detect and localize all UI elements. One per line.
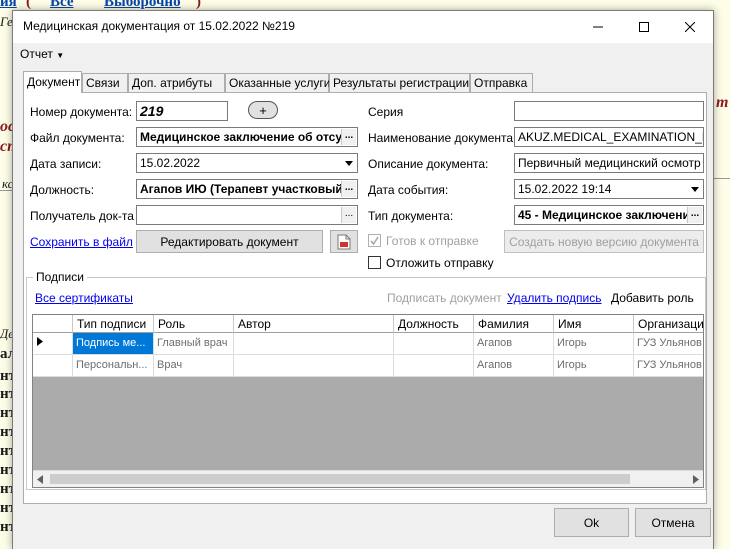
menu-report[interactable]: Отчет ▼ bbox=[20, 47, 64, 61]
tab-links[interactable]: Связи bbox=[82, 73, 128, 92]
horizontal-scrollbar[interactable] bbox=[33, 470, 703, 487]
description-label: Описание документа: bbox=[368, 157, 489, 171]
ok-button[interactable]: Ok bbox=[554, 508, 629, 537]
delete-signature-link[interactable]: Удалить подпись bbox=[507, 291, 602, 305]
column-header[interactable]: Роль bbox=[154, 315, 234, 333]
chevron-down-icon bbox=[691, 186, 699, 192]
doctype-browse-button[interactable]: ... bbox=[687, 207, 702, 223]
table-cell[interactable]: Игорь bbox=[554, 355, 634, 377]
table-cell[interactable]: Персональн... bbox=[73, 355, 154, 377]
table-cell[interactable] bbox=[394, 355, 474, 377]
number-field[interactable]: 219 bbox=[136, 101, 228, 121]
tab-services[interactable]: Оказанные услуги bbox=[225, 73, 330, 92]
signatures-table: Тип подписи Роль Автор Должность Фамилия… bbox=[32, 314, 704, 488]
postpone-sending-label: Отложить отправку bbox=[386, 256, 494, 270]
table-cell[interactable]: ГУЗ Ульянов bbox=[634, 333, 703, 355]
column-header[interactable]: Организаци bbox=[634, 315, 703, 333]
tab-registration-results[interactable]: Результаты регистрации bbox=[329, 73, 470, 92]
title-bar: Медицинская документация от 15.02.2022 №… bbox=[13, 11, 713, 43]
table-cell[interactable]: Агапов bbox=[474, 355, 554, 377]
close-button[interactable] bbox=[667, 11, 713, 43]
cancel-button[interactable]: Отмена bbox=[635, 508, 711, 537]
row-selector[interactable] bbox=[33, 355, 73, 377]
scroll-right-icon[interactable] bbox=[693, 475, 699, 484]
tab-sending[interactable]: Отправка bbox=[470, 73, 533, 92]
minimize-icon bbox=[593, 26, 603, 28]
ready-to-send-label: Готов к отправке bbox=[386, 234, 479, 248]
event-date-dropdown-button[interactable] bbox=[688, 181, 702, 197]
column-header[interactable]: Должность bbox=[394, 315, 474, 333]
column-header[interactable]: Автор bbox=[234, 315, 394, 333]
maximize-icon bbox=[639, 22, 649, 32]
tab-document[interactable]: Документ bbox=[23, 71, 82, 93]
tab-strip: Документ Связи Доп. атрибуты Оказанные у… bbox=[23, 71, 713, 93]
table-cell[interactable]: Подпись ме... bbox=[73, 333, 154, 355]
file-browse-button[interactable]: ... bbox=[341, 129, 356, 145]
tab-extra-attributes[interactable]: Доп. атрибуты bbox=[128, 73, 225, 92]
event-date-label: Дата события: bbox=[368, 183, 449, 197]
docname-label: Наименование документа: bbox=[368, 131, 517, 145]
docname-field[interactable]: AKUZ.MEDICAL_EXAMINATION_MAI bbox=[514, 127, 704, 147]
pdf-file-icon bbox=[337, 234, 351, 249]
file-field[interactable]: Медицинское заключение об отсу ... bbox=[136, 127, 358, 147]
position-field[interactable]: Агапов ИЮ (Терапевт участковый) ... bbox=[136, 179, 358, 199]
signatures-group-label: Подписи bbox=[33, 270, 87, 284]
scroll-left-icon[interactable] bbox=[37, 475, 43, 484]
all-certificates-link[interactable]: Все сертификаты bbox=[35, 291, 133, 305]
table-cell[interactable]: Главный врач bbox=[154, 333, 234, 355]
doctype-field[interactable]: 45 - Медицинское заключени ... bbox=[514, 205, 704, 225]
position-browse-button[interactable]: ... bbox=[341, 181, 356, 197]
add-role-button[interactable]: Добавить роль bbox=[611, 291, 694, 305]
column-header[interactable]: Фамилия bbox=[474, 315, 554, 333]
table-cell[interactable] bbox=[234, 333, 394, 355]
description-field[interactable]: Первичный медицинский осмотр bbox=[514, 153, 704, 173]
date-field[interactable]: 15.02.2022 bbox=[136, 153, 358, 173]
series-label: Серия bbox=[368, 105, 404, 119]
minimize-button[interactable] bbox=[575, 11, 621, 43]
table-cell[interactable] bbox=[394, 333, 474, 355]
file-label: Файл документа: bbox=[30, 131, 125, 145]
bg-divider bbox=[0, 190, 12, 191]
checkmark-icon bbox=[370, 236, 379, 246]
pdf-button[interactable] bbox=[330, 230, 358, 253]
column-header[interactable]: Тип подписи bbox=[73, 315, 154, 333]
edit-document-button[interactable]: Редактировать документ bbox=[136, 230, 323, 253]
row-selector[interactable] bbox=[33, 333, 73, 355]
scrollbar-thumb[interactable] bbox=[50, 474, 630, 484]
create-new-version-button[interactable]: Создать новую версию документа bbox=[504, 230, 704, 253]
recipient-label: Получатель док-та bbox=[30, 209, 134, 223]
table-cell[interactable]: Врач bbox=[154, 355, 234, 377]
recipient-browse-button[interactable]: ... bbox=[341, 207, 356, 223]
plus-button[interactable]: + bbox=[248, 101, 278, 119]
series-field[interactable] bbox=[514, 101, 704, 121]
table-cell[interactable]: ГУЗ Ульянов bbox=[634, 355, 703, 377]
sign-document-button[interactable]: Подписать документ bbox=[387, 291, 502, 305]
chevron-down-icon: ▼ bbox=[56, 51, 65, 60]
date-dropdown-button[interactable] bbox=[342, 155, 356, 171]
table-cell[interactable]: Агапов bbox=[474, 333, 554, 355]
number-label: Номер документа: bbox=[30, 105, 133, 119]
recipient-field[interactable]: ... bbox=[136, 205, 358, 225]
ready-to-send-checkbox[interactable] bbox=[368, 234, 381, 247]
dialog-window: Медицинская документация от 15.02.2022 №… bbox=[12, 10, 714, 549]
menu-bar: Отчет ▼ bbox=[13, 43, 713, 65]
position-label: Должность: bbox=[30, 183, 95, 197]
column-header[interactable]: Имя bbox=[554, 315, 634, 333]
postpone-sending-checkbox[interactable] bbox=[368, 256, 381, 269]
date-label: Дата записи: bbox=[30, 157, 102, 171]
chevron-down-icon bbox=[345, 160, 353, 166]
close-icon bbox=[685, 22, 695, 32]
dialog-footer: Ok Отмена bbox=[13, 507, 713, 549]
bg-text: т bbox=[716, 94, 729, 111]
doctype-label: Тип документа: bbox=[368, 209, 454, 223]
table-cell[interactable]: Игорь bbox=[554, 333, 634, 355]
bg-divider bbox=[714, 178, 730, 179]
window-title: Медицинская документация от 15.02.2022 №… bbox=[23, 19, 295, 33]
row-pointer-icon bbox=[37, 337, 43, 346]
save-to-file-link[interactable]: Сохранить в файл bbox=[30, 235, 133, 249]
maximize-button[interactable] bbox=[621, 11, 667, 43]
event-date-field[interactable]: 15.02.2022 19:14 bbox=[514, 179, 704, 199]
row-header-corner bbox=[33, 315, 73, 333]
table-cell[interactable] bbox=[234, 355, 394, 377]
